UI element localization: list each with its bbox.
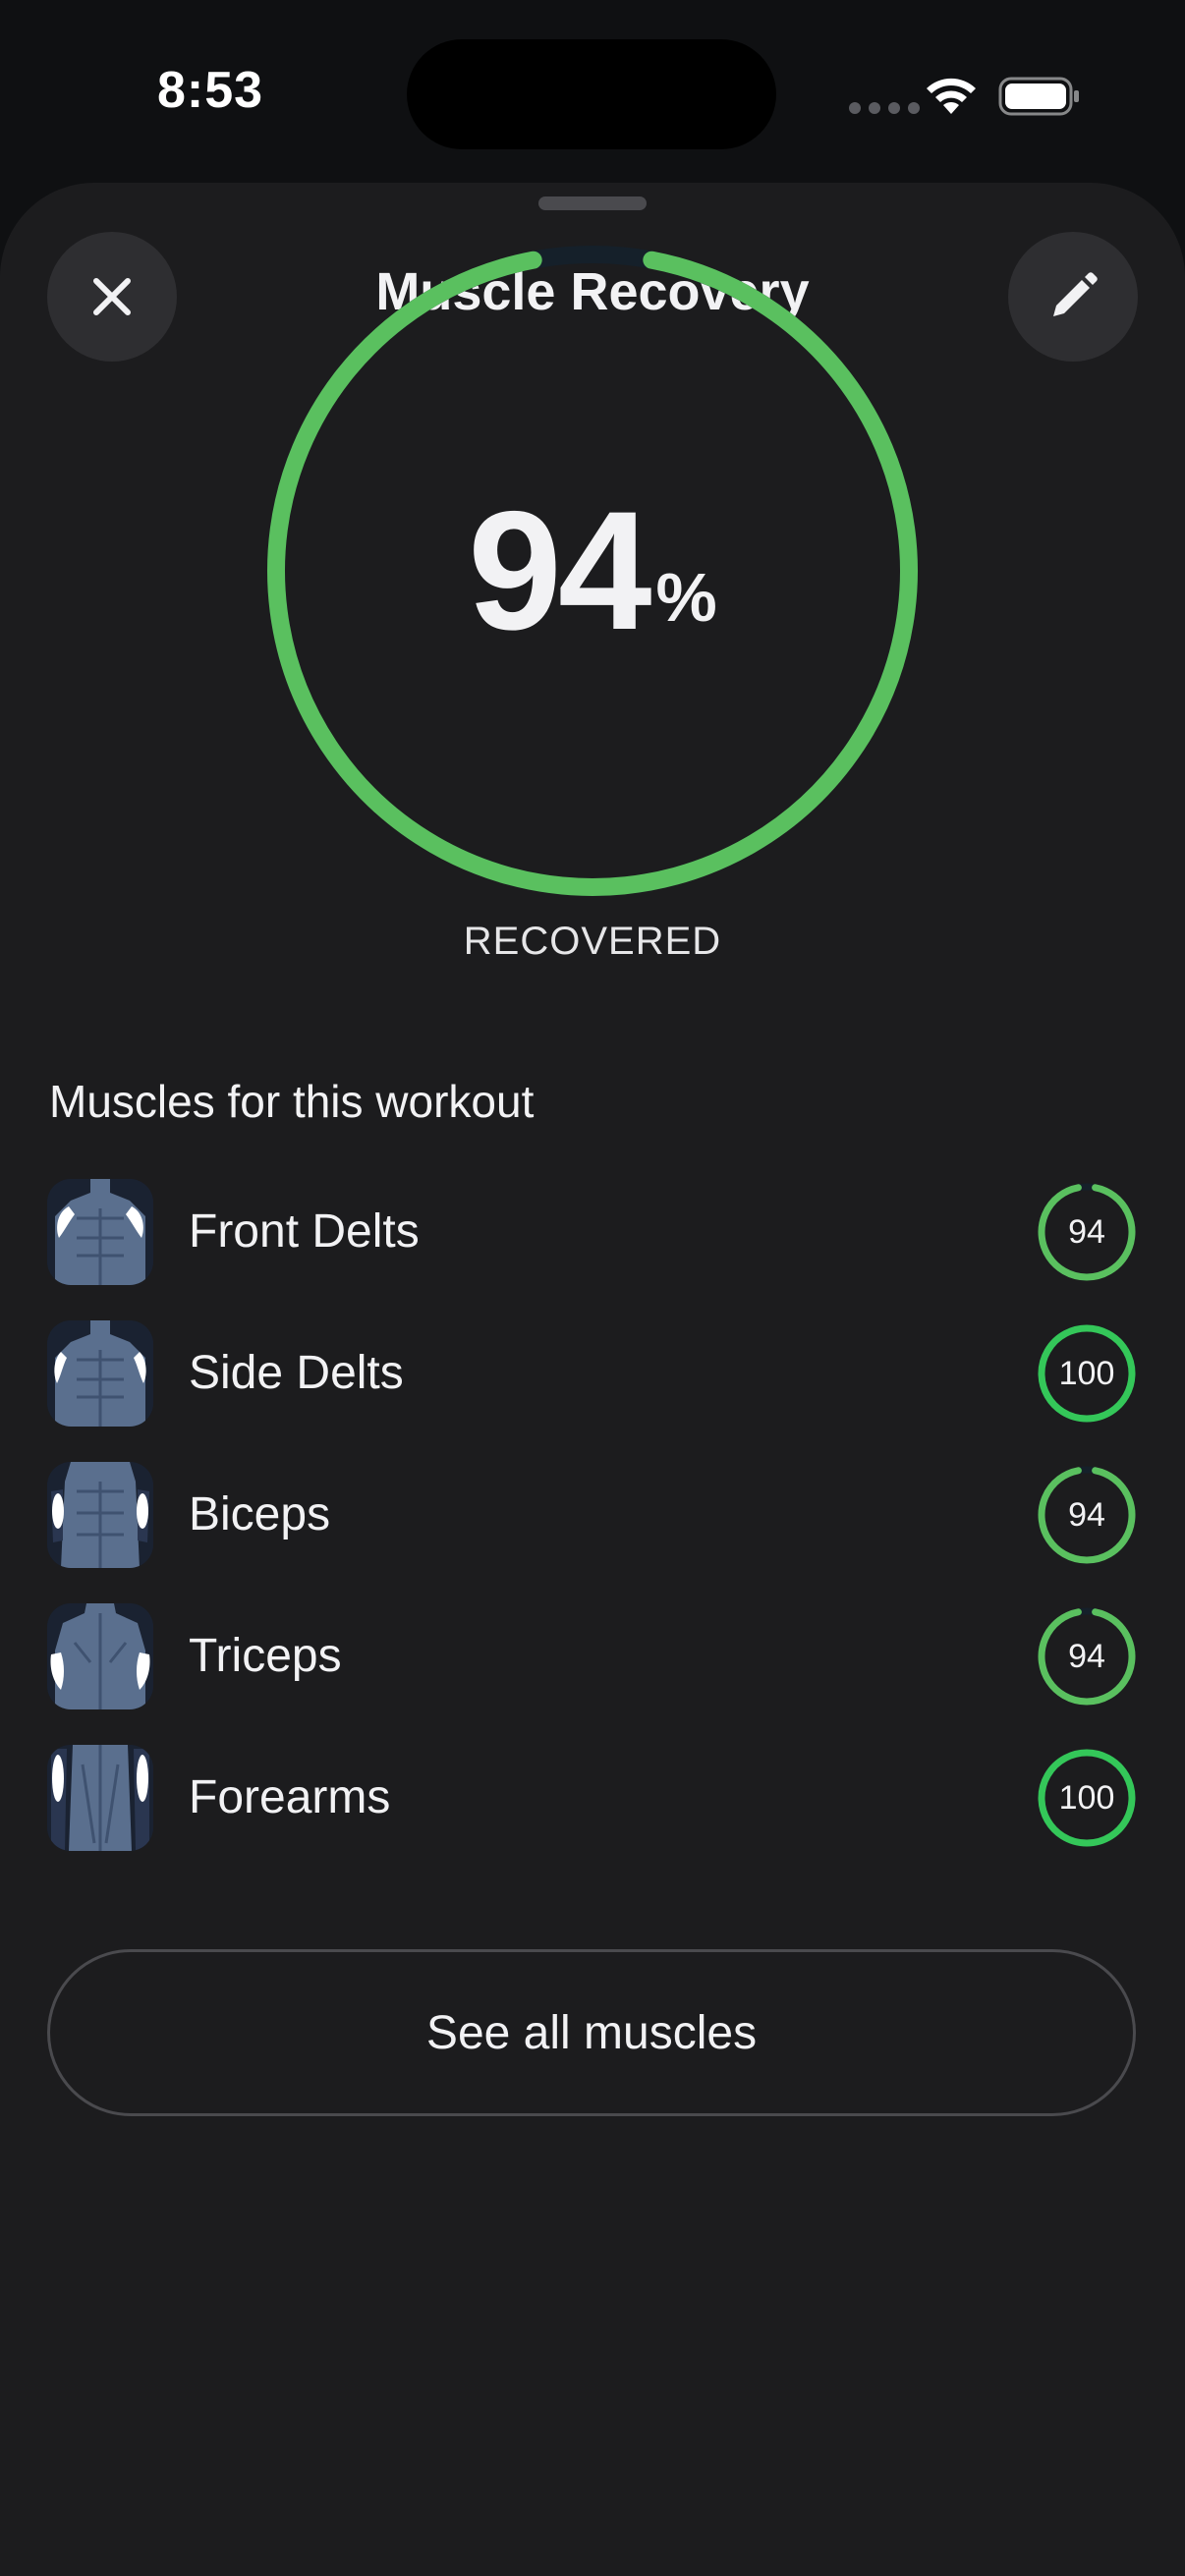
muscle-name: Front Delts <box>189 1205 420 1258</box>
triceps-icon <box>47 1603 153 1709</box>
muscle-row-front-delts[interactable]: Front Delts 94 <box>47 1169 1138 1311</box>
biceps-icon <box>47 1462 153 1568</box>
forearms-icon <box>47 1745 153 1851</box>
side-delts-icon <box>47 1320 153 1427</box>
section-title: Muscles for this workout <box>49 1076 535 1127</box>
muscle-row-triceps[interactable]: Triceps 94 <box>47 1594 1138 1735</box>
score-value: 94 <box>1068 1212 1105 1251</box>
status-bar: 8:53 <box>0 0 1185 187</box>
dynamic-island <box>407 39 776 149</box>
score-value: 100 <box>1058 1354 1115 1392</box>
cellular-icon <box>849 102 920 114</box>
recovery-caption: RECOVERED <box>463 920 722 963</box>
muscle-list: Front Delts 94 Side Delts 100 Biceps 94 … <box>47 1169 1138 1876</box>
score-ring: 94 <box>1036 1605 1138 1708</box>
score-value: 100 <box>1058 1778 1115 1817</box>
muscle-row-side-delts[interactable]: Side Delts 100 <box>47 1311 1138 1452</box>
score-ring: 100 <box>1036 1747 1138 1849</box>
score-value: 94 <box>1068 1495 1105 1534</box>
recovery-gauge <box>267 246 918 896</box>
battery-icon <box>998 77 1079 116</box>
recovery-gauge-arc <box>267 251 918 896</box>
edit-button[interactable] <box>1008 232 1138 362</box>
score-value: 94 <box>1068 1637 1105 1675</box>
muscle-name: Biceps <box>189 1488 331 1540</box>
muscle-name: Side Delts <box>189 1347 404 1399</box>
muscle-name: Forearms <box>189 1771 391 1823</box>
sheet-grabber[interactable] <box>538 196 647 210</box>
score-ring: 94 <box>1036 1464 1138 1566</box>
muscle-name: Triceps <box>189 1630 342 1682</box>
see-all-muscles-button[interactable]: See all muscles <box>47 1949 1136 2116</box>
score-ring: 94 <box>1036 1181 1138 1283</box>
status-time: 8:53 <box>157 62 264 119</box>
score-ring: 100 <box>1036 1322 1138 1425</box>
wifi-icon <box>927 78 976 114</box>
pencil-icon <box>1053 272 1098 316</box>
muscle-row-forearms[interactable]: Forearms 100 <box>47 1735 1138 1876</box>
muscle-row-biceps[interactable]: Biceps 94 <box>47 1452 1138 1594</box>
front-delts-icon <box>47 1179 153 1285</box>
